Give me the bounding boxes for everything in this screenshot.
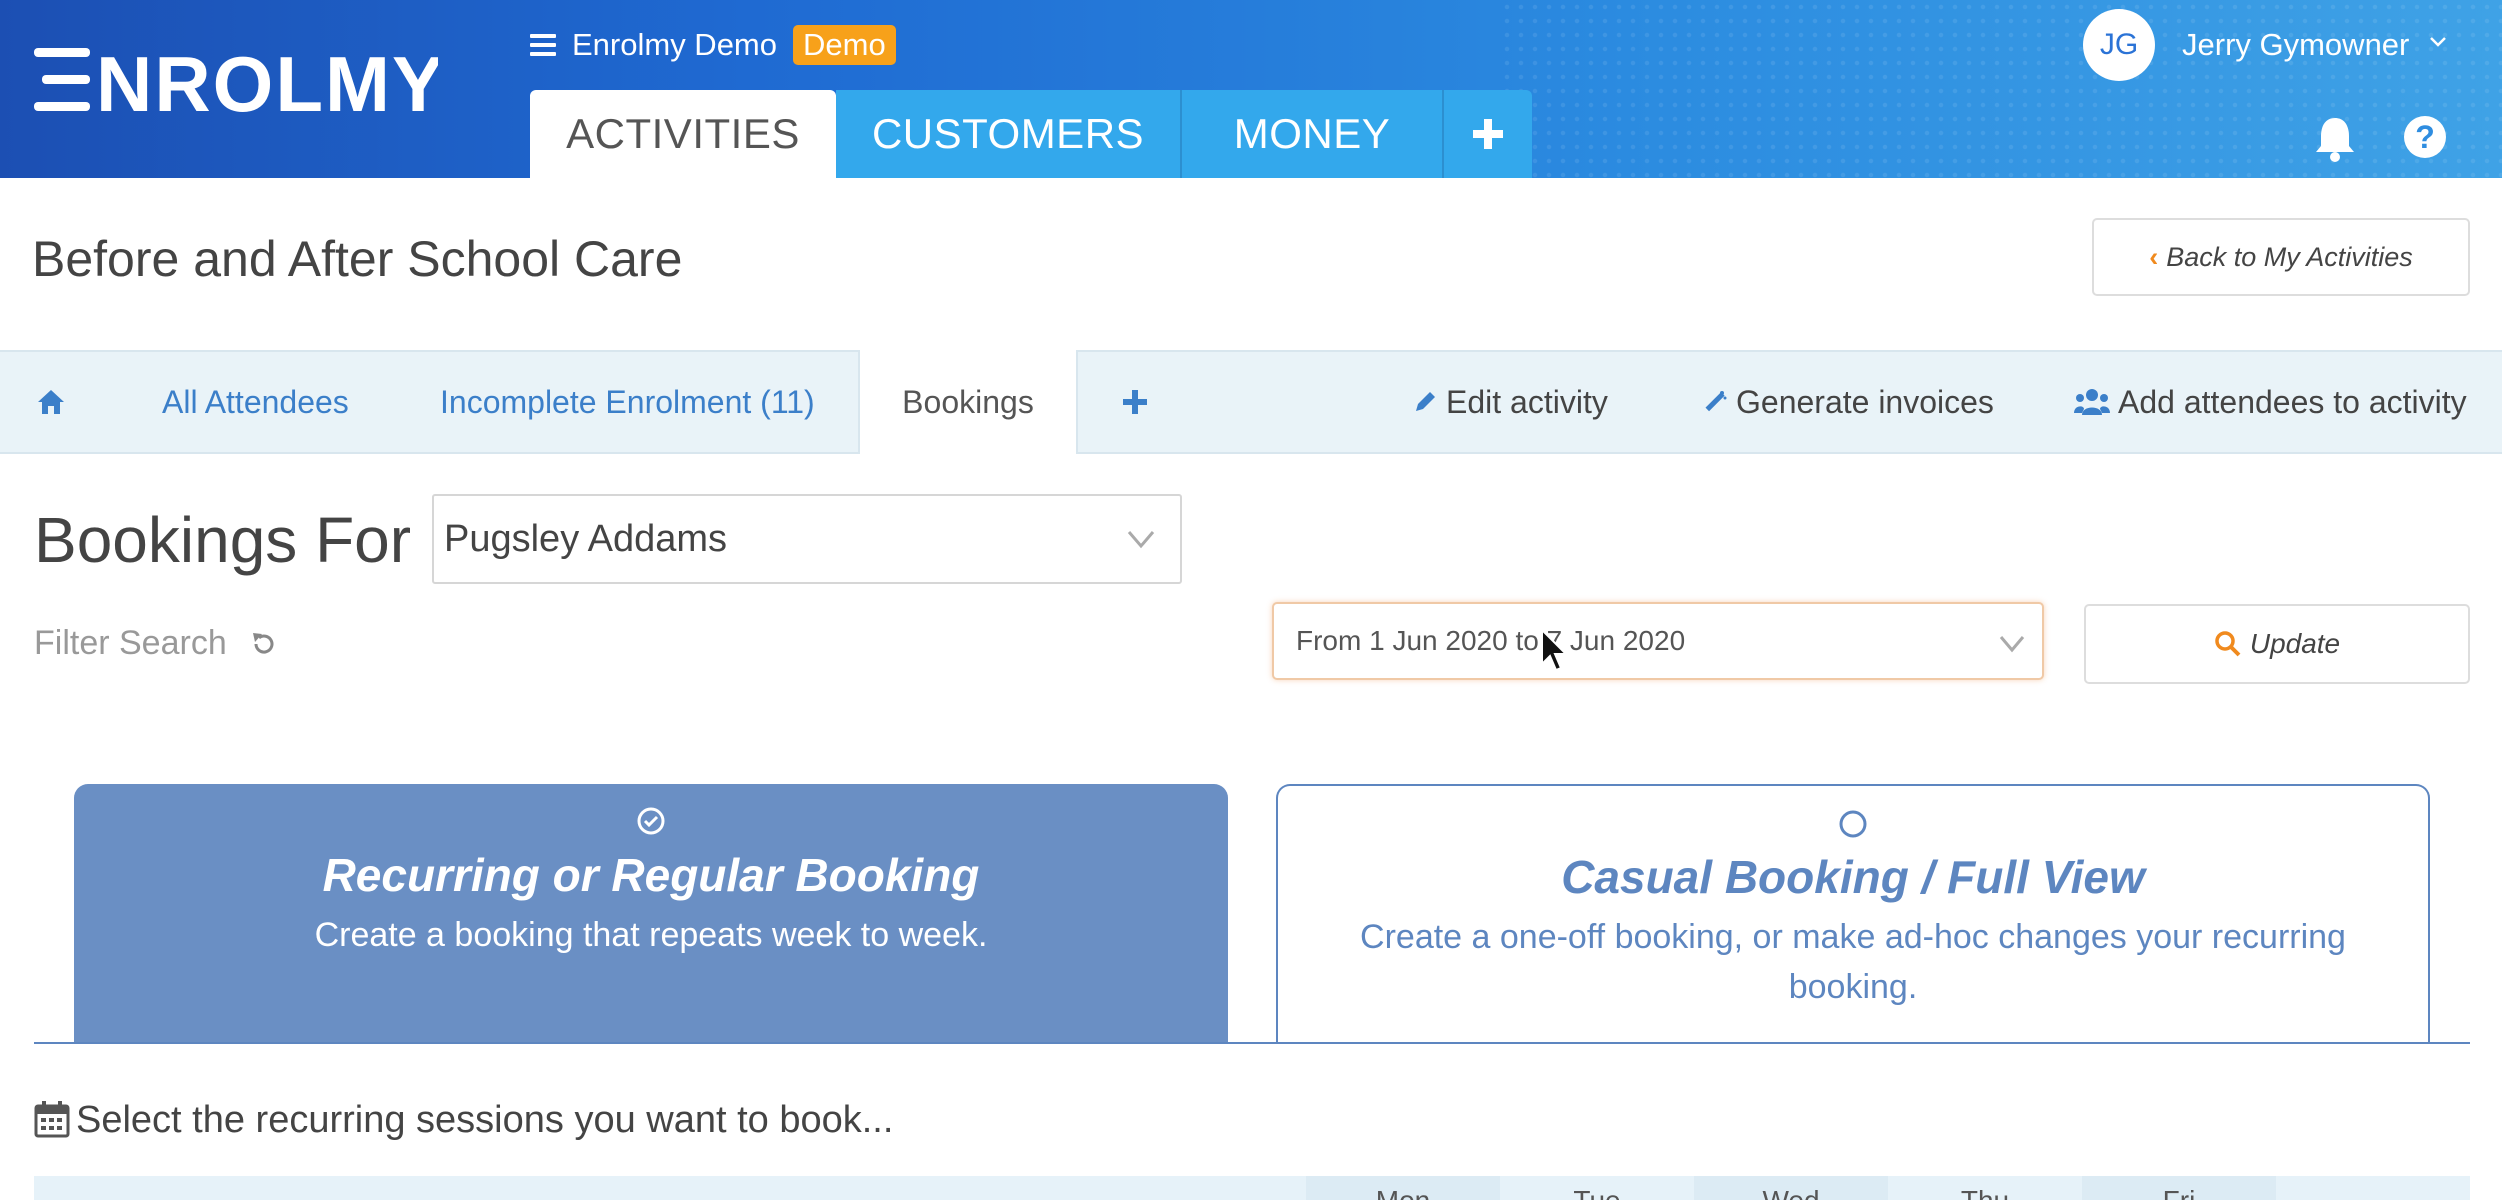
- add-subtab-button[interactable]: [1122, 352, 1148, 452]
- home-icon: [38, 390, 64, 414]
- avatar[interactable]: JG: [2083, 9, 2155, 81]
- user-name[interactable]: Jerry Gymowner: [2182, 22, 2409, 68]
- filter-search-label[interactable]: Filter Search: [34, 618, 227, 668]
- mouse-cursor-icon: [1541, 628, 1569, 672]
- day-header-mon: Mon: [1306, 1176, 1500, 1200]
- cards-divider: [34, 1042, 2470, 1044]
- enrolmy-logo[interactable]: NROLMY: [34, 44, 438, 116]
- recurring-booking-description: Create a booking that repeats week to we…: [314, 916, 988, 954]
- back-to-activities-button[interactable]: ‹ Back to My Activities: [2092, 218, 2470, 296]
- back-button-label: Back to My Activities: [2166, 241, 2413, 272]
- svg-text:NROLMY: NROLMY: [96, 44, 438, 116]
- date-range-select[interactable]: From 1 Jun 2020 to 7 Jun 2020: [1272, 602, 2044, 680]
- tab-all-attendees[interactable]: All Attendees: [162, 352, 349, 452]
- hamburger-icon[interactable]: [530, 34, 556, 56]
- recurring-booking-title: Recurring or Regular Booking: [322, 849, 980, 901]
- tab-incomplete-enrolment[interactable]: Incomplete Enrolment (11): [440, 352, 815, 452]
- bookings-heading: Bookings For: [34, 504, 412, 576]
- plus-icon: [1123, 390, 1147, 414]
- demo-badge: Demo: [793, 25, 896, 65]
- add-attendees-link[interactable]: Add attendees to activity: [2074, 352, 2467, 452]
- casual-booking-card[interactable]: Casual Booking / Full View Create a one-…: [1276, 784, 2430, 1044]
- tab-customers[interactable]: CUSTOMERS: [836, 90, 1180, 178]
- search-icon: [2215, 631, 2241, 657]
- sessions-instruction: Select the recurring sessions you want t…: [76, 1099, 894, 1141]
- bell-icon[interactable]: [2312, 114, 2358, 162]
- users-icon: [2074, 389, 2110, 415]
- check-circle-icon: [637, 807, 665, 835]
- top-navigation-bar: NROLMY Enrolmy Demo Demo ACTIVITIES CUST…: [0, 0, 2502, 178]
- tab-bookings[interactable]: Bookings: [858, 350, 1078, 454]
- update-button[interactable]: Update: [2084, 604, 2470, 684]
- chevron-left-icon: ‹: [2149, 241, 2159, 272]
- generate-invoices-label: Generate invoices: [1736, 383, 1994, 420]
- plus-icon: [1473, 119, 1503, 149]
- casual-booking-description: Create a one-off booking, or make ad-hoc…: [1360, 918, 2346, 1006]
- organisation-switcher[interactable]: Enrolmy Demo Demo: [530, 22, 896, 68]
- day-header-tue: Tue: [1500, 1176, 1694, 1200]
- tab-money[interactable]: MONEY: [1180, 90, 1442, 178]
- update-button-label: Update: [2249, 628, 2341, 659]
- calendar-icon: [34, 1101, 70, 1138]
- generate-invoices-link[interactable]: Generate invoices: [1700, 352, 1994, 452]
- chevron-down-icon: [1999, 636, 2025, 653]
- recurring-booking-card[interactable]: Recurring or Regular Booking Create a bo…: [74, 784, 1228, 1044]
- attendee-select-value: Pugsley Addams: [444, 518, 728, 560]
- page-title: Before and After School Care: [32, 231, 683, 287]
- day-header-fri: Fri: [2082, 1176, 2276, 1200]
- day-header-wed: Wed: [1694, 1176, 1888, 1200]
- home-tab[interactable]: [36, 352, 66, 452]
- date-range-value: From 1 Jun 2020 to 7 Jun 2020: [1296, 625, 1686, 656]
- edit-activity-link[interactable]: Edit activity: [1412, 352, 1608, 452]
- help-icon[interactable]: ?: [2404, 116, 2446, 158]
- main-tabs: ACTIVITIES CUSTOMERS MONEY: [530, 90, 1532, 178]
- day-header-thu: Thu: [1888, 1176, 2082, 1200]
- circle-icon: [1839, 810, 1867, 838]
- tab-activities[interactable]: ACTIVITIES: [530, 90, 836, 178]
- organisation-name[interactable]: Enrolmy Demo: [572, 27, 777, 63]
- attendee-select[interactable]: Pugsley Addams: [432, 494, 1182, 584]
- refresh-icon[interactable]: [250, 630, 278, 658]
- add-tab-button[interactable]: [1442, 90, 1532, 178]
- chevron-down-icon: [1127, 531, 1155, 549]
- casual-booking-title: Casual Booking / Full View: [1561, 851, 2145, 903]
- add-attendees-label: Add attendees to activity: [2118, 383, 2467, 420]
- pencil-icon: [1416, 392, 1435, 411]
- magic-wand-icon: [1705, 391, 1727, 412]
- chevron-down-icon[interactable]: [2428, 32, 2448, 52]
- edit-activity-label: Edit activity: [1446, 383, 1608, 420]
